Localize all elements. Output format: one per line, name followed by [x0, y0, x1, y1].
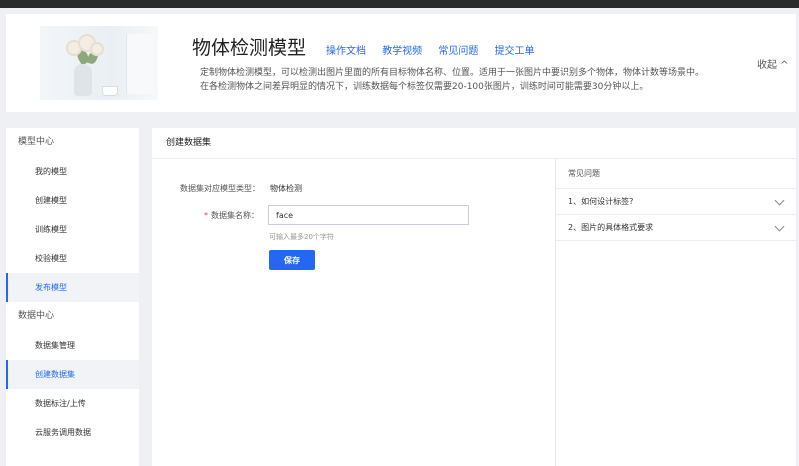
chevron-down-icon — [774, 221, 785, 232]
dataset-name-label: * 数据集名称： — [204, 210, 259, 221]
dataset-name-hint: 可输入最多20个字符 — [269, 233, 334, 241]
required-asterisk: * — [204, 211, 208, 220]
sidebar-item-my-models[interactable]: 我的模型 — [6, 157, 139, 186]
model-description: 定制物体检测模型，可以检测出图片里面的所有目标物体名称、位置。适用于一张图片中要… — [200, 66, 740, 94]
top-bar — [0, 0, 799, 8]
faq-item-image-format[interactable]: 2、图片的具体格式要求 — [556, 214, 797, 241]
faq-link[interactable]: 常见问题 — [438, 46, 478, 57]
description-line-1: 定制物体检测模型，可以检测出图片里面的所有目标物体名称、位置。适用于一张图片中要… — [200, 68, 705, 78]
panel-title: 创建数据集 — [152, 128, 796, 159]
dataset-name-label-text: 数据集名称： — [211, 211, 259, 220]
sidebar-item-publish-model[interactable]: 发布模型 — [6, 273, 139, 302]
sidebar-item-validate-model[interactable]: 校验模型 — [6, 244, 139, 273]
save-button[interactable]: 保存 — [269, 250, 315, 270]
header-links: 操作文档 教学视频 常见问题 提交工单 — [326, 42, 548, 57]
collapse-button[interactable]: 收起 ^ — [757, 56, 789, 71]
sidebar-item-data-labeling-upload[interactable]: 数据标注/上传 — [6, 389, 139, 418]
submit-ticket-link[interactable]: 提交工单 — [495, 46, 535, 57]
faq-panel: 常见问题 1、如何设计标签? 2、图片的具体格式要求 — [555, 158, 797, 466]
model-thumbnail-image — [40, 26, 158, 100]
sidebar-section-model-center: 模型中心 — [18, 137, 55, 147]
tutorial-video-link[interactable]: 教学视频 — [382, 46, 422, 57]
description-line-2: 在各检测物体之间差异明显的情况下，训练数据每个标签仅需要20-100张图片，训练… — [200, 82, 649, 92]
sidebar-item-dataset-management[interactable]: 数据集管理 — [6, 331, 139, 360]
faq-item-text: 1、如何设计标签? — [568, 197, 634, 206]
sidebar-item-train-model[interactable]: 训练模型 — [6, 215, 139, 244]
model-type-value: 物体检测 — [270, 184, 302, 193]
sidebar-section-data-center: 数据中心 — [18, 311, 55, 321]
chevron-down-icon — [774, 195, 785, 206]
faq-item-text: 2、图片的具体格式要求 — [568, 223, 654, 232]
page-title: 物体检测模型 — [192, 37, 307, 59]
faq-item-label-design[interactable]: 1、如何设计标签? — [556, 188, 797, 214]
model-header-card: 物体检测模型 操作文档 教学视频 常见问题 提交工单 定制物体检测模型，可以检测… — [6, 14, 796, 112]
sidebar-item-cloud-service-data[interactable]: 云服务调用数据 — [6, 418, 139, 447]
create-dataset-panel: 创建数据集 数据集对应模型类型： 物体检测 *数据集名称： 可输入最多20个字符… — [152, 128, 797, 466]
sidebar-item-create-model[interactable]: 创建模型 — [6, 186, 139, 215]
sidebar-item-create-dataset[interactable]: 创建数据集 — [6, 360, 139, 389]
docs-link[interactable]: 操作文档 — [326, 46, 366, 57]
sidebar: 模型中心 我的模型 创建模型 训练模型 校验模型 发布模型 数据中心 数据集管理… — [6, 128, 139, 466]
model-type-label: 数据集对应模型类型： — [180, 184, 260, 193]
dataset-name-input[interactable] — [268, 205, 469, 225]
faq-title: 常见问题 — [568, 169, 600, 178]
